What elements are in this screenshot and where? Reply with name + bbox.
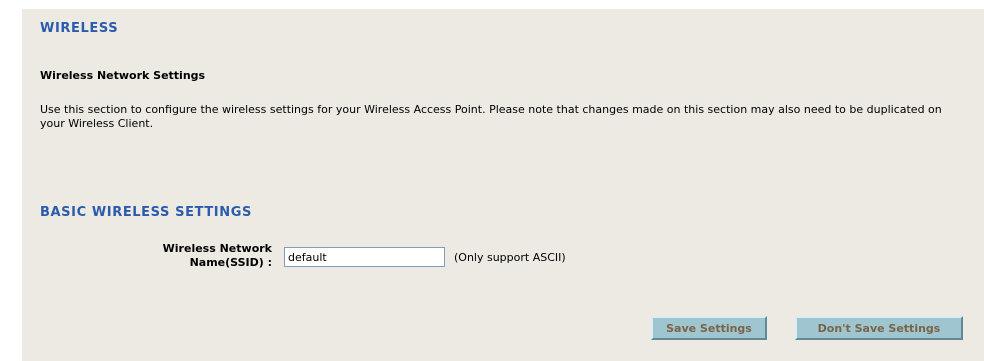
- ssid-input[interactable]: [284, 247, 445, 267]
- wireless-network-settings-heading: Wireless Network Settings: [40, 69, 206, 82]
- ssid-label-line2: Name(SSID) :: [189, 256, 272, 269]
- ssid-hint: (Only support ASCII): [454, 251, 566, 264]
- dont-save-settings-button[interactable]: Don't Save Settings: [795, 316, 963, 340]
- section-title-wireless: WIRELESS: [40, 21, 119, 36]
- section-title-basic-wireless-settings: BASIC WIRELESS SETTINGS: [40, 205, 252, 220]
- ssid-label: Wireless Network Name(SSID) :: [122, 242, 272, 270]
- ssid-label-line1: Wireless Network: [162, 242, 272, 255]
- wireless-description: Use this section to configure the wirele…: [40, 103, 942, 130]
- settings-panel: WIRELESS Wireless Network Settings Use t…: [22, 9, 984, 361]
- save-settings-button[interactable]: Save Settings: [651, 316, 767, 340]
